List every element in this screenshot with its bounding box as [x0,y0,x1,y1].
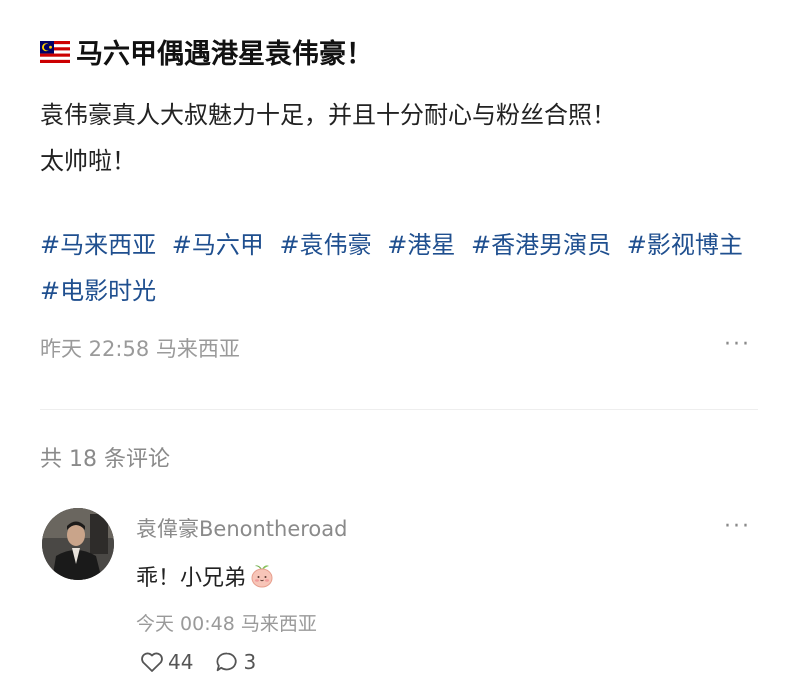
like-button[interactable]: 44 [140,650,193,674]
hashtag-link[interactable]: #香港男演员 [471,231,611,259]
post-body-line: 袁伟豪真人大叔魅力十足，并且十分耐心与粉丝合照！ [40,101,616,129]
post-body: 袁伟豪真人大叔魅力十足，并且十分耐心与粉丝合照！ 太帅啦！ [40,92,760,184]
comment-more-button[interactable]: ··· [724,516,751,538]
reply-count: 3 [243,650,257,674]
hashtag-link[interactable]: #港星 [387,231,455,259]
comment-actions: 44 3 [140,650,278,674]
post-title-row: 马六甲偶遇港星袁伟豪！ [40,32,373,71]
comment-username[interactable]: 袁偉豪Benontheroad [136,513,347,543]
post-body-line: 太帅啦！ [40,147,136,175]
hashtag-link[interactable]: #电影时光 [40,277,156,305]
comment-text-row: 乖！小兄弟 [136,560,275,592]
post-meta: 昨天 22:58 马来西亚 [40,337,240,361]
malaysia-flag-icon [40,40,70,63]
speech-bubble-icon [216,652,238,672]
hashtag-list: #马来西亚 #马六甲 #袁伟豪 #港星 #香港男演员 #影视博主 #电影时光 [40,222,760,314]
hashtag-link[interactable]: #马六甲 [172,231,264,259]
post-more-button[interactable]: ··· [724,334,751,356]
post-title: 马六甲偶遇港星袁伟豪！ [76,39,373,70]
peach-face-emoji-icon [251,565,273,588]
hashtag-link[interactable]: #袁伟豪 [280,231,372,259]
comment-meta: 今天 00:48 马来西亚 [136,613,317,635]
comment-text: 乖！小兄弟 [136,566,247,591]
like-count: 44 [168,650,194,674]
heart-icon [141,652,163,672]
divider [40,409,758,410]
avatar[interactable] [42,508,114,580]
avatar-photo [42,508,114,580]
hashtag-link[interactable]: #影视博主 [627,231,743,259]
hashtag-link[interactable]: #马来西亚 [40,231,156,259]
reply-button[interactable]: 3 [215,650,256,674]
comment-count: 共 18 条评论 [40,447,170,472]
